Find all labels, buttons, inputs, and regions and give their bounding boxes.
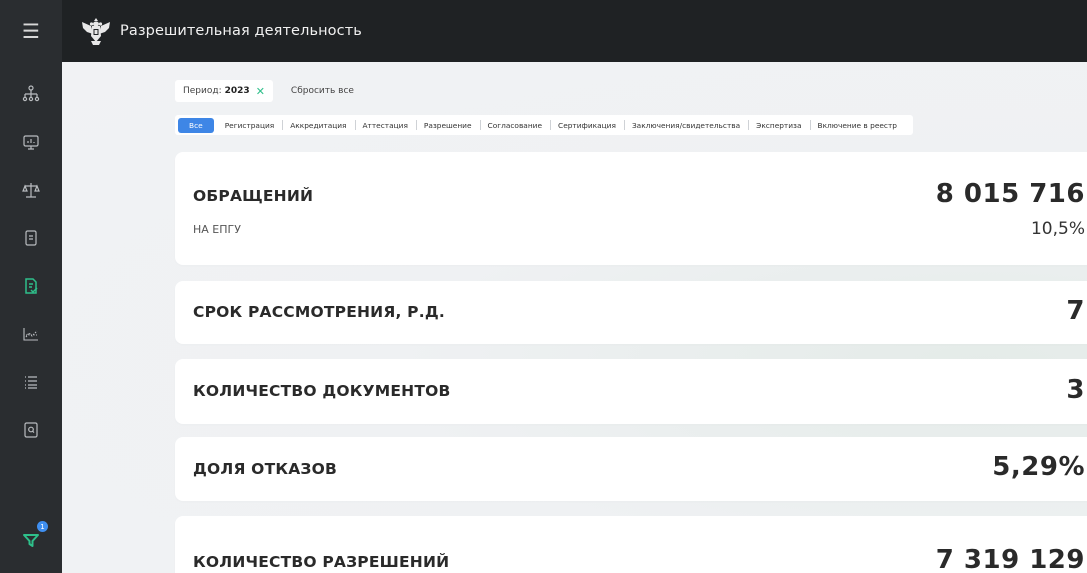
metric-card-appeals[interactable]: ОБРАЩЕНИЙ НА ЕПГУ 8 015 716 10,5%: [175, 152, 1087, 265]
metric-label: КОЛИЧЕСТВО ДОКУМЕНТОВ: [193, 382, 451, 400]
metric-value: 7: [1066, 296, 1085, 326]
reset-all-button[interactable]: Сбросить все: [291, 86, 354, 96]
metric-card-permissions[interactable]: КОЛИЧЕСТВО РАЗРЕШЕНИЙ 7 319 129: [175, 516, 1087, 573]
main-content: Период: 2023 ✕ Сбросить все Все Регистра…: [62, 62, 1087, 573]
metric-value: 7 319 129: [935, 545, 1085, 573]
filter-button[interactable]: 1: [0, 516, 62, 564]
sidebar-item-list[interactable]: [0, 358, 62, 406]
tab-all[interactable]: Все: [178, 117, 214, 133]
sidebar-item-document[interactable]: [0, 214, 62, 262]
period-filter-chip[interactable]: Период: 2023 ✕: [175, 80, 273, 102]
metric-value: 8 015 716: [935, 179, 1085, 209]
monitor-icon: [23, 135, 39, 150]
filter-icon: [23, 534, 39, 547]
sidebar-item-chart[interactable]: [0, 310, 62, 358]
chart-icon: [23, 328, 38, 341]
metric-card-documents[interactable]: КОЛИЧЕСТВО ДОКУМЕНТОВ 3: [175, 359, 1087, 424]
filter-count-badge: 1: [37, 521, 48, 532]
scales-icon: [22, 183, 40, 198]
org-structure-icon: [22, 85, 40, 102]
metric-label: ОБРАЩЕНИЙ: [193, 187, 314, 205]
metric-label: КОЛИЧЕСТВО РАЗРЕШЕНИЙ: [193, 553, 450, 571]
tab-registry-inclusion[interactable]: Включение в реестр: [809, 115, 905, 135]
document-check-icon: [25, 278, 38, 294]
tab-registration[interactable]: Регистрация: [217, 115, 283, 135]
period-label: Период:: [183, 86, 222, 96]
document-icon: [25, 230, 37, 246]
sidebar-item-org-structure[interactable]: [0, 70, 62, 118]
metric-sub-label: НА ЕПГУ: [193, 223, 241, 236]
tab-expertise[interactable]: Экспертиза: [748, 115, 809, 135]
metric-label: СРОК РАССМОТРЕНИЯ, Р.Д.: [193, 303, 445, 321]
tab-certification[interactable]: Сертификация: [550, 115, 624, 135]
app-title: Разрешительная деятельность: [120, 23, 362, 39]
tab-conclusions[interactable]: Заключения/свидетельства: [623, 115, 748, 135]
list-icon: [25, 376, 37, 389]
tab-accreditation[interactable]: Аккредитация: [282, 115, 354, 135]
menu-icon[interactable]: ☰: [0, 0, 62, 62]
metric-card-refusal-share[interactable]: ДОЛЯ ОТКАЗОВ 5,29%: [175, 437, 1087, 501]
coat-of-arms-logo: [78, 13, 114, 49]
sidebar-item-monitor[interactable]: [0, 118, 62, 166]
category-tabs: Все Регистрация Аккредитация Аттестация …: [175, 115, 913, 135]
metric-value: 3: [1066, 375, 1085, 405]
tab-attestation[interactable]: Аттестация: [354, 115, 416, 135]
metric-sub-value: 10,5%: [1030, 219, 1085, 239]
sidebar-item-document-check[interactable]: [0, 262, 62, 310]
document-search-icon: [24, 422, 38, 438]
sidebar-item-document-search[interactable]: [0, 406, 62, 454]
tab-permission[interactable]: Разрешение: [415, 115, 480, 135]
period-value: 2023: [224, 86, 250, 96]
close-icon[interactable]: ✕: [256, 85, 265, 98]
sidebar: 1: [0, 62, 62, 573]
sidebar-item-scales[interactable]: [0, 166, 62, 214]
filter-chips-row: Период: 2023 ✕ Сбросить все: [175, 80, 354, 102]
metric-card-review-period[interactable]: СРОК РАССМОТРЕНИЯ, Р.Д. 7: [175, 281, 1087, 344]
tab-approval[interactable]: Согласование: [479, 115, 550, 135]
top-bar: ☰ Разрешительная деятельность: [0, 0, 1087, 62]
metric-value: 5,29%: [992, 452, 1085, 482]
metric-label: ДОЛЯ ОТКАЗОВ: [193, 460, 338, 478]
